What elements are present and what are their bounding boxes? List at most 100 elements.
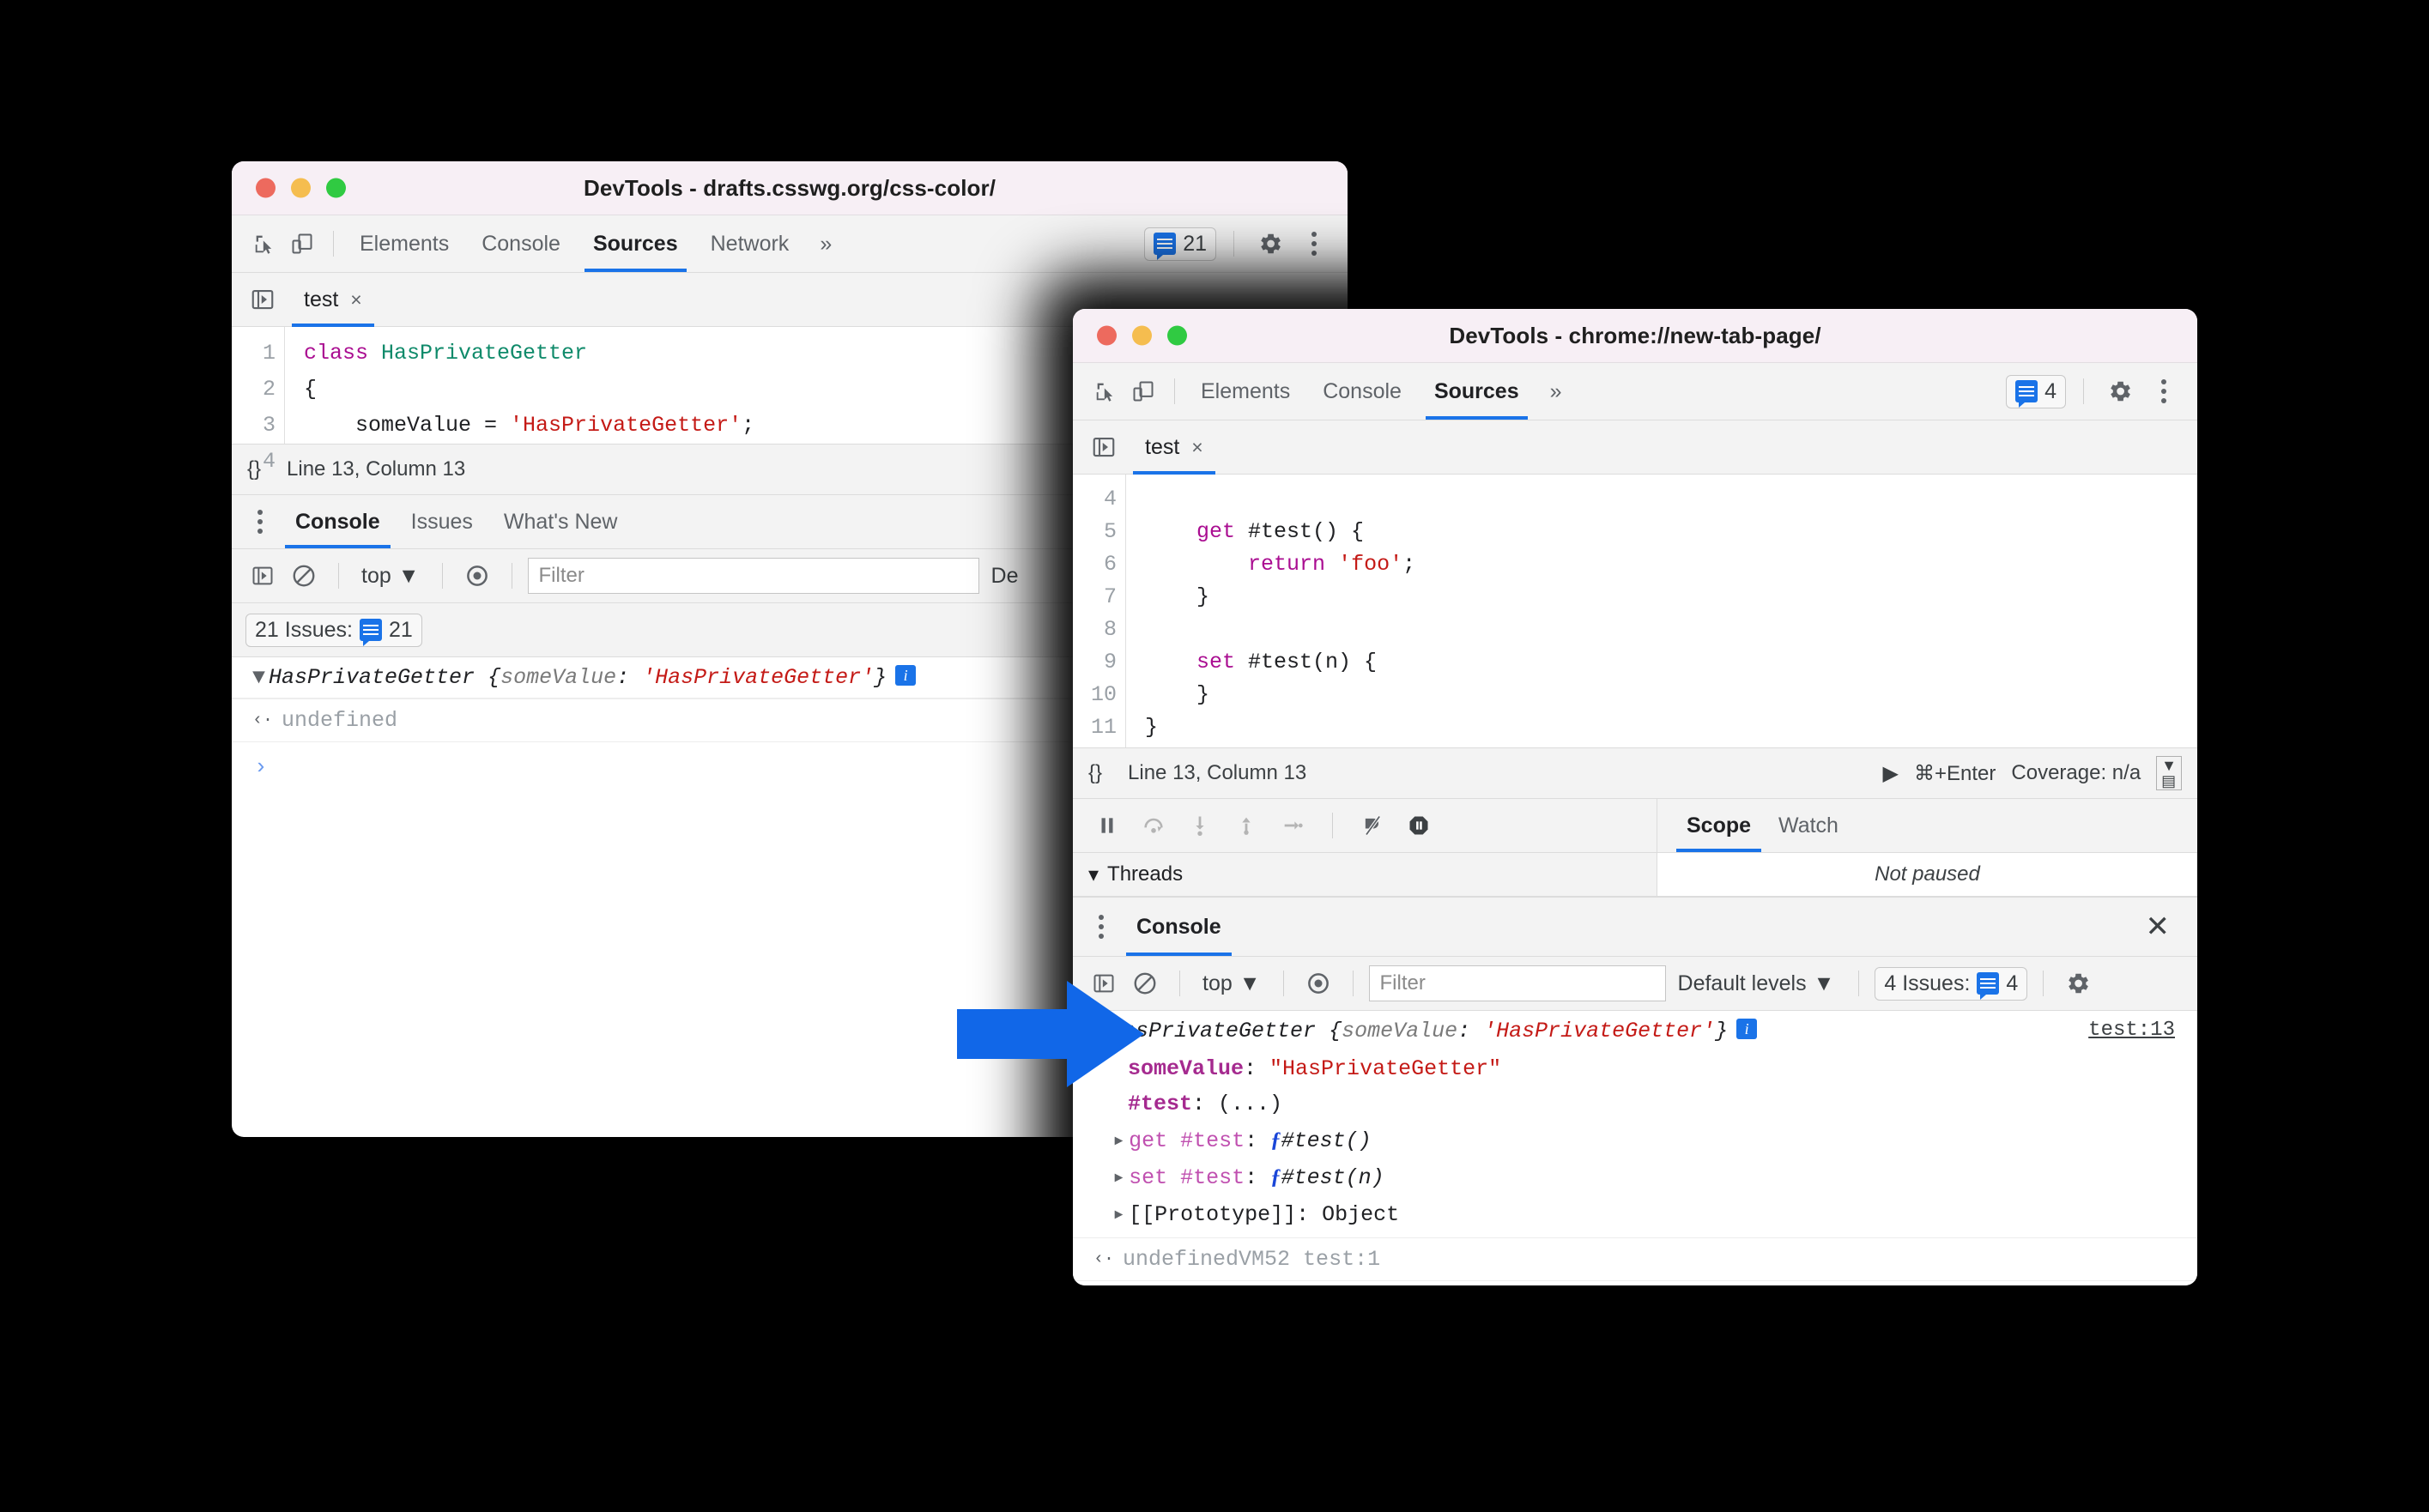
toolbar-divider-2: [1233, 231, 1234, 257]
inspect-cursor-icon[interactable]: [1087, 372, 1124, 410]
issues-counter-button[interactable]: 21: [1144, 227, 1216, 261]
info-badge-icon[interactable]: i: [1736, 1019, 1758, 1039]
gear-icon[interactable]: [2059, 965, 2097, 1002]
tab-elements[interactable]: Elements: [346, 215, 463, 272]
drawer-tab-issues[interactable]: Issues: [396, 495, 488, 548]
file-tab-test[interactable]: test ×: [1133, 420, 1215, 475]
pretty-print-icon[interactable]: {}: [1088, 761, 1102, 785]
live-expression-icon[interactable]: [458, 557, 496, 595]
console-object-preview[interactable]: ▼HasPrivateGetter {someValue: 'HasPrivat…: [252, 665, 887, 690]
kebab-menu-icon[interactable]: [2144, 379, 2184, 403]
drawer-tab-console[interactable]: Console: [1121, 898, 1237, 956]
drawer-kebab-menu-icon[interactable]: [1081, 915, 1121, 939]
kebab-menu-icon[interactable]: [1294, 232, 1334, 256]
drawer-tab-whats-new[interactable]: What's New: [488, 495, 633, 548]
minimize-window-button[interactable]: [1132, 325, 1152, 346]
file-tab-test[interactable]: test ×: [292, 273, 374, 327]
expand-triangle-icon[interactable]: ▼: [252, 665, 265, 690]
console-source-link[interactable]: VM52 test:1: [1239, 1247, 1380, 1272]
console-filter-input[interactable]: Filter: [1368, 965, 1666, 1001]
close-drawer-icon[interactable]: ✕: [2146, 912, 2171, 941]
more-tabs-chevron-icon[interactable]: »: [808, 232, 844, 257]
console-property-row[interactable]: ▸ set #test: ƒ#test(n): [1073, 1158, 2197, 1195]
front-console-output[interactable]: ▼HasPrivateGetter {someValue: 'HasPrivat…: [1073, 1011, 2197, 1285]
show-navigator-icon[interactable]: [1085, 428, 1123, 466]
close-icon[interactable]: ×: [350, 288, 361, 311]
devtools-window-front[interactable]: DevTools - chrome://new-tab-page/ Elemen…: [1073, 309, 2197, 1285]
tab-console[interactable]: Console: [1309, 363, 1415, 420]
device-toggle-icon[interactable]: [1124, 372, 1162, 410]
front-devtools-toolbar: Elements Console Sources » 4: [1073, 363, 2197, 420]
back-panel-tabs[interactable]: Elements Console Sources Network »: [346, 215, 844, 272]
console-sidebar-icon[interactable]: [244, 557, 282, 595]
drawer-kebab-menu-icon[interactable]: [240, 510, 280, 534]
pretty-print-icon[interactable]: {}: [247, 457, 261, 481]
console-filter-input[interactable]: Filter: [527, 558, 979, 594]
console-object-preview[interactable]: ▼HasPrivateGetter {someValue: 'HasPrivat…: [1093, 1019, 1728, 1043]
console-levels-selector[interactable]: Default levels ▼: [1669, 971, 1844, 996]
step-icon[interactable]: [1274, 807, 1311, 844]
back-line-numbers: 1234: [232, 327, 285, 474]
console-prompt[interactable]: ›: [1073, 1281, 2197, 1285]
live-expression-icon[interactable]: [1299, 965, 1337, 1002]
console-property-row[interactable]: ▸ [[Prototype]]: Object: [1073, 1195, 2197, 1237]
split-widget-icon[interactable]: ▼ ▤: [2156, 756, 2182, 790]
execution-context-selector[interactable]: top ▼: [1196, 971, 1268, 996]
toolbar-divider: [1174, 378, 1175, 404]
console-property-row[interactable]: someValue: "HasPrivateGetter": [1073, 1051, 2197, 1086]
tab-elements[interactable]: Elements: [1187, 363, 1304, 420]
issues-summary-button[interactable]: 4 Issues: 4: [1875, 966, 2028, 1001]
back-traffic-lights[interactable]: [256, 178, 346, 198]
minimize-window-button[interactable]: [291, 178, 311, 198]
execution-context-selector[interactable]: top ▼: [354, 564, 427, 589]
pause-icon[interactable]: [1088, 807, 1126, 844]
pause-on-exceptions-icon[interactable]: [1400, 807, 1438, 844]
issues-summary-button[interactable]: 21 Issues: 21: [245, 613, 422, 647]
inspect-cursor-icon[interactable]: [245, 225, 283, 263]
back-code-content[interactable]: class HasPrivateGetter { someValue = 'Ha…: [285, 327, 754, 444]
front-panel-tabs[interactable]: Elements Console Sources »: [1187, 363, 1574, 420]
close-window-button[interactable]: [256, 178, 276, 198]
clear-console-icon[interactable]: [285, 557, 323, 595]
expand-triangle-icon[interactable]: ▸: [1112, 1128, 1125, 1153]
close-window-button[interactable]: [1097, 325, 1117, 346]
property-name: [[Prototype]]: [1129, 1202, 1297, 1227]
front-code-content[interactable]: get #test() { return 'foo'; } set #test(…: [1126, 475, 1415, 747]
scope-watch-tabs[interactable]: Scope Watch: [1657, 799, 2197, 853]
drawer-tab-console[interactable]: Console: [280, 495, 396, 548]
tab-watch[interactable]: Watch: [1765, 799, 1852, 852]
console-object-row[interactable]: ▼HasPrivateGetter {someValue: 'HasPrivat…: [1073, 1011, 2197, 1051]
console-levels-selector[interactable]: De: [983, 564, 1027, 589]
expand-triangle-icon[interactable]: ▸: [1112, 1202, 1125, 1227]
front-code-editor[interactable]: 4 5 6 7 8 9 10 11 get #test() { return 'foo'; }…: [1073, 475, 2197, 747]
threads-section[interactable]: ▾ Threads: [1073, 853, 1657, 896]
more-tabs-chevron-icon[interactable]: »: [1538, 379, 1574, 404]
step-out-icon[interactable]: [1227, 807, 1265, 844]
info-badge-icon[interactable]: i: [895, 665, 917, 686]
gear-icon[interactable]: [2101, 372, 2139, 410]
gear-icon[interactable]: [1251, 225, 1289, 263]
threads-triangle-icon[interactable]: ▾: [1088, 862, 1099, 887]
front-traffic-lights[interactable]: [1097, 325, 1187, 346]
console-property-row[interactable]: #test: (...): [1073, 1086, 2197, 1122]
deactivate-breakpoints-icon[interactable]: [1354, 807, 1391, 844]
tab-sources[interactable]: Sources: [579, 215, 692, 272]
device-toggle-icon[interactable]: [283, 225, 321, 263]
console-property-row[interactable]: ▸ get #test: ƒ#test(): [1073, 1122, 2197, 1158]
tab-sources[interactable]: Sources: [1420, 363, 1533, 420]
run-snippet-icon[interactable]: ▶: [1883, 761, 1899, 786]
maximize-window-button[interactable]: [326, 178, 346, 198]
issues-counter-button[interactable]: 4: [2006, 374, 2066, 408]
close-icon[interactable]: ×: [1191, 436, 1202, 459]
console-source-link[interactable]: test:13: [2088, 1019, 2197, 1042]
show-navigator-icon[interactable]: [244, 281, 282, 318]
debugger-divider: [1332, 813, 1333, 838]
tab-scope[interactable]: Scope: [1673, 799, 1765, 852]
tab-console[interactable]: Console: [468, 215, 574, 272]
expand-triangle-icon[interactable]: ▸: [1112, 1165, 1125, 1190]
property-value[interactable]: (...): [1218, 1092, 1282, 1116]
step-over-icon[interactable]: [1135, 807, 1172, 844]
maximize-window-button[interactable]: [1167, 325, 1187, 346]
tab-network[interactable]: Network: [697, 215, 803, 272]
step-into-icon[interactable]: [1181, 807, 1219, 844]
